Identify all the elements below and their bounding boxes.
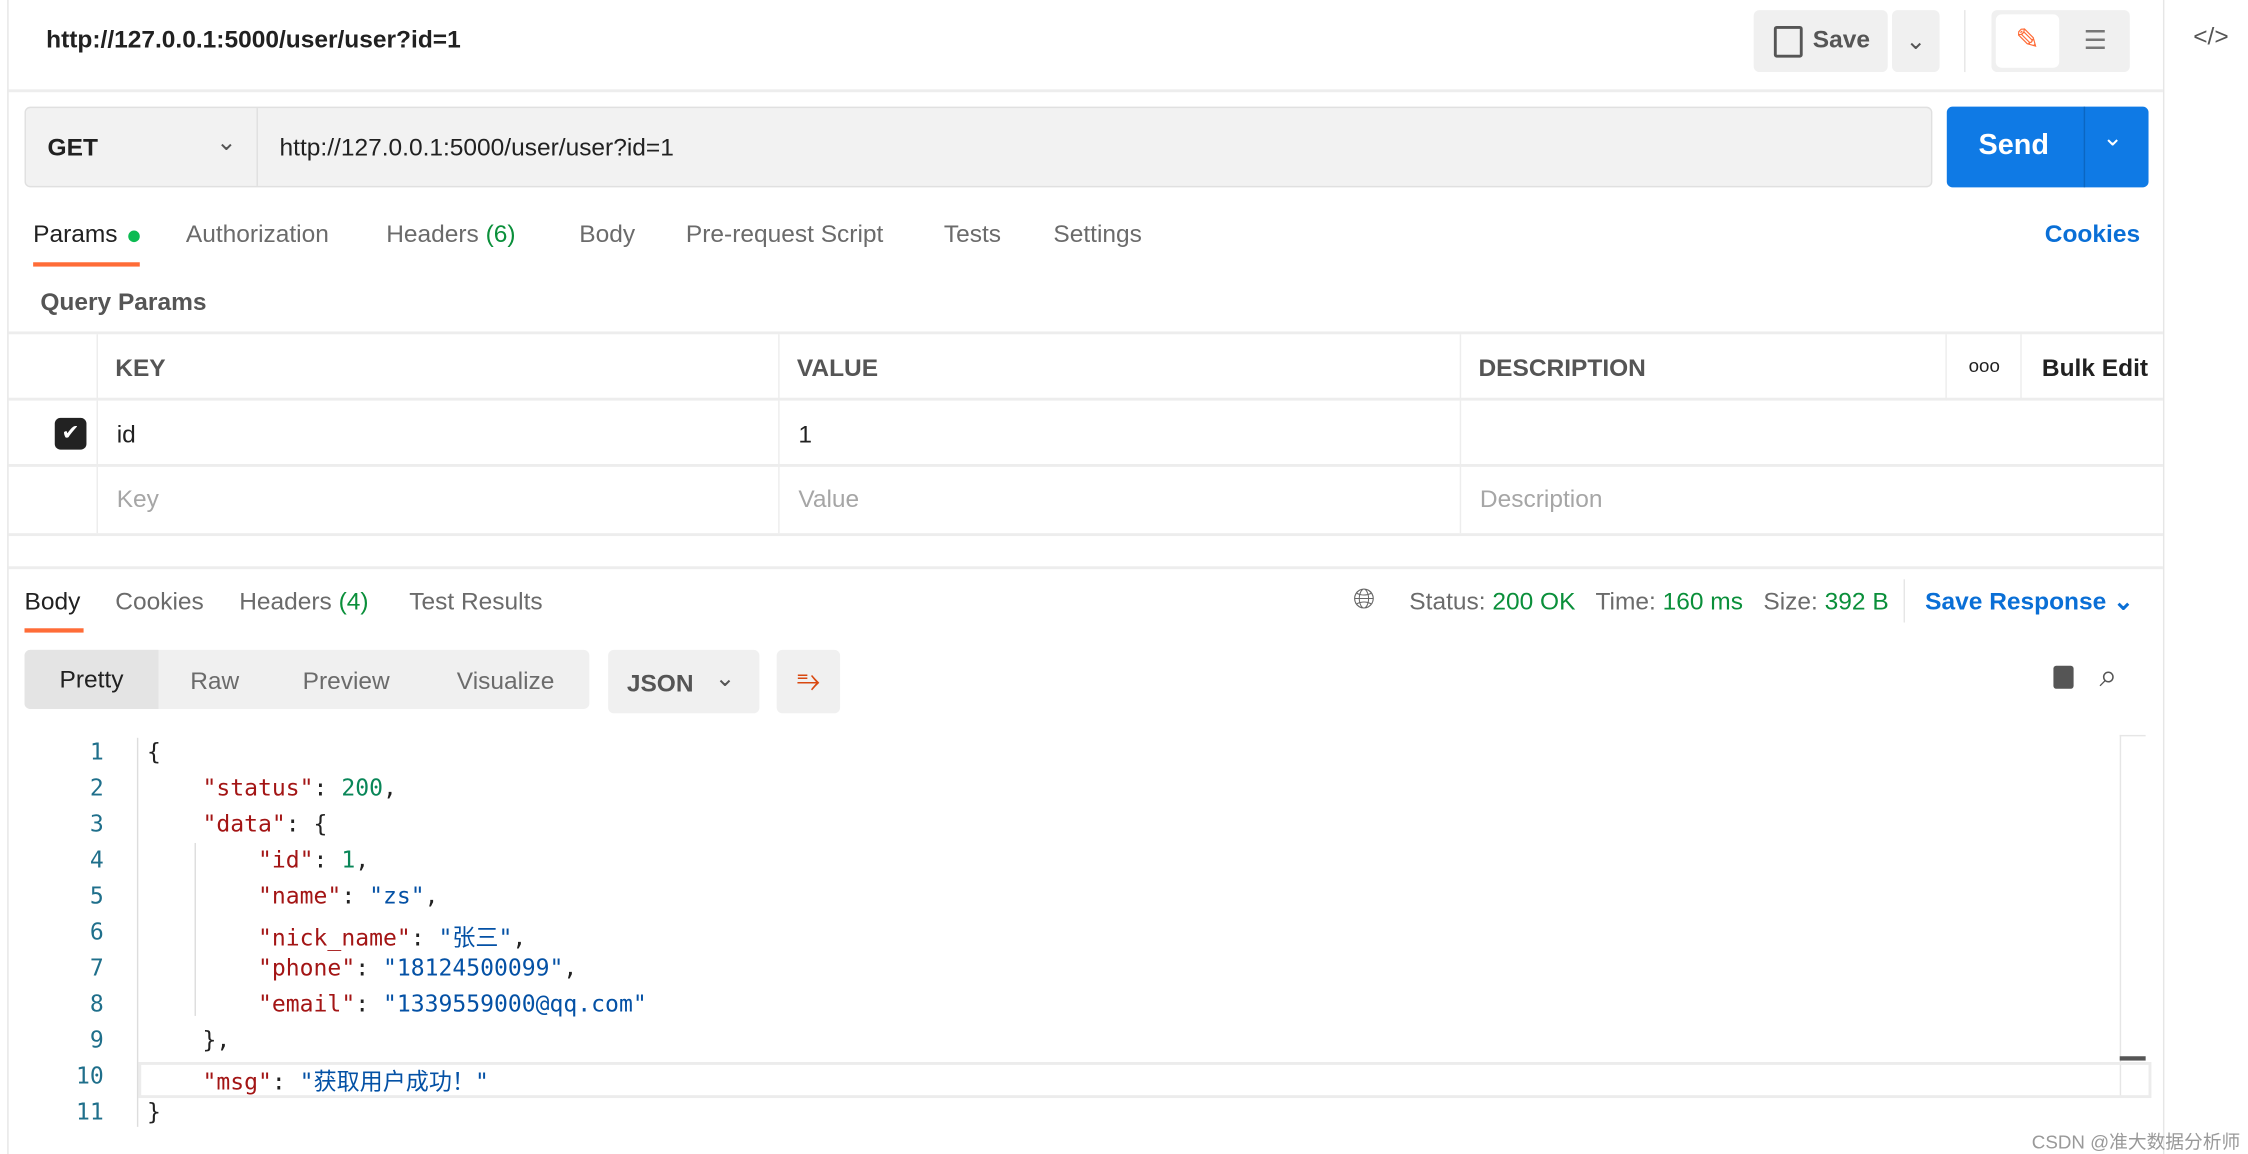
response-tab-test-results[interactable]: Test Results <box>409 588 542 617</box>
url-bar: GET ⌄ http://127.0.0.1:5000/user/user?id… <box>24 106 1933 188</box>
param-value[interactable]: 1 <box>798 421 812 450</box>
wrap-lines-icon[interactable]: ⥱ <box>776 649 841 714</box>
code-line: }, <box>146 1025 231 1054</box>
save-label: Save <box>1812 25 1870 54</box>
empty-param-row: Key Value Description <box>8 464 2163 537</box>
tab-tests[interactable]: Tests <box>944 220 1001 249</box>
send-label: Send <box>1978 129 2049 162</box>
code-snippet-icon[interactable]: </> <box>2193 23 2228 52</box>
code-line: "status": 200, <box>202 773 397 802</box>
code-line: "name": "zs", <box>258 881 439 910</box>
response-meta: Status: 200 OK Time: 160 ms Size: 392 B <box>1409 587 1889 616</box>
url-input[interactable]: http://127.0.0.1:5000/user/user?id=1 <box>280 134 674 163</box>
line-number: 10 <box>75 1062 104 1090</box>
request-title[interactable]: http://127.0.0.1:5000/user/user?id=1 <box>46 26 461 55</box>
line-number: 5 <box>89 881 104 910</box>
tab-authorization[interactable]: Authorization <box>186 220 329 249</box>
code-line: "msg": "获取用户成功！" <box>202 1067 489 1096</box>
value-input[interactable]: Value <box>798 486 859 515</box>
tab-body[interactable]: Body <box>579 220 635 249</box>
method-label: GET <box>47 134 98 162</box>
save-icon <box>1773 25 1803 58</box>
mode-toggle: ✎ ☰ <box>1991 10 2130 73</box>
chevron-down-icon: ⌄ <box>714 664 736 692</box>
save-button[interactable]: Save <box>1753 10 1888 73</box>
line-number: 6 <box>89 917 104 946</box>
line-number: 2 <box>89 773 104 802</box>
key-header: KEY <box>115 354 166 382</box>
comment-icon[interactable]: ☰ <box>2064 14 2127 67</box>
description-header: DESCRIPTION <box>1478 354 1646 382</box>
status-badge: 200 OK <box>1492 587 1576 616</box>
save-response-button[interactable]: Save Response ⌄ <box>1925 588 2133 617</box>
code-line: "email": "1339559000@qq.com" <box>258 989 647 1018</box>
param-key[interactable]: id <box>117 421 136 450</box>
pencil-icon[interactable]: ✎ <box>1995 14 2060 68</box>
format-select[interactable]: JSON ⌄ <box>608 649 760 714</box>
copy-icon[interactable] <box>2053 665 2074 689</box>
save-dropdown-chevron-icon[interactable]: ⌄ <box>1892 10 1940 73</box>
bulk-edit-button[interactable]: Bulk Edit <box>2042 354 2148 383</box>
send-dropdown-chevron-icon[interactable]: ⌄ <box>2102 124 2123 153</box>
response-tab-body[interactable]: Body <box>24 588 80 617</box>
code-line: "id": 1, <box>258 845 370 874</box>
value-header: VALUE <box>796 354 879 382</box>
row-checkbox[interactable]: ✔ <box>54 417 87 450</box>
line-number: 7 <box>89 953 104 982</box>
code-line: "data": { <box>202 809 328 838</box>
scrollbar[interactable] <box>2119 734 2122 1099</box>
tab-settings[interactable]: Settings <box>1053 220 1142 249</box>
more-options-icon[interactable]: ooo <box>1945 334 2021 401</box>
view-mode-selector: Pretty Raw Preview Visualize <box>24 649 590 709</box>
query-params-title: Query Params <box>40 288 207 316</box>
response-size: 392 B <box>1824 587 1889 616</box>
method-select[interactable]: GET ⌄ <box>26 108 258 186</box>
view-raw[interactable]: Raw <box>190 667 239 696</box>
response-tab-cookies[interactable]: Cookies <box>115 588 204 617</box>
view-pretty[interactable]: Pretty <box>24 649 159 709</box>
tab-headers[interactable]: Headers (6) <box>386 220 515 249</box>
search-icon[interactable]: ⌕ <box>2100 657 2118 694</box>
active-dot-icon <box>128 230 141 243</box>
code-line: "nick_name": "张三", <box>258 923 527 952</box>
params-header-row: KEY VALUE DESCRIPTION ooo Bulk Edit <box>8 331 2163 401</box>
response-time: 160 ms <box>1662 587 1743 616</box>
code-line: { <box>146 737 161 766</box>
send-button[interactable]: Send ⌄ <box>1946 106 2149 188</box>
line-number: 4 <box>89 845 104 874</box>
response-tab-indicator <box>24 628 84 633</box>
response-tab-headers[interactable]: Headers (4) <box>239 588 368 617</box>
chevron-down-icon: ⌄ <box>216 128 237 156</box>
param-description[interactable] <box>1459 400 2163 467</box>
tab-params[interactable]: Params <box>33 220 141 249</box>
view-visualize[interactable]: Visualize <box>457 667 555 696</box>
code-line: "phone": "18124500099", <box>258 953 578 982</box>
line-number: 1 <box>89 737 104 766</box>
active-tab-indicator <box>33 262 140 267</box>
globe-icon[interactable]: 🌐︎ <box>1353 585 1375 617</box>
line-number: 3 <box>89 809 104 838</box>
line-number: 8 <box>89 989 104 1018</box>
line-number: 9 <box>89 1025 104 1054</box>
request-panel: http://127.0.0.1:5000/user/user?id=1 Sav… <box>7 0 2165 1154</box>
description-input[interactable]: Description <box>1480 486 1603 515</box>
line-number: 11 <box>75 1098 104 1126</box>
code-line: } <box>146 1098 161 1126</box>
key-input[interactable]: Key <box>117 486 159 515</box>
chevron-down-icon: ⌄ <box>2113 587 2134 616</box>
watermark: CSDN @准大数据分析师 <box>2031 1131 2241 1153</box>
tab-pre-request-script[interactable]: Pre-request Script <box>686 220 883 249</box>
view-preview[interactable]: Preview <box>303 667 390 696</box>
cookies-link[interactable]: Cookies <box>2045 220 2140 249</box>
request-header: http://127.0.0.1:5000/user/user?id=1 Sav… <box>8 0 2163 93</box>
table-row: ✔ id 1 <box>8 397 2163 467</box>
